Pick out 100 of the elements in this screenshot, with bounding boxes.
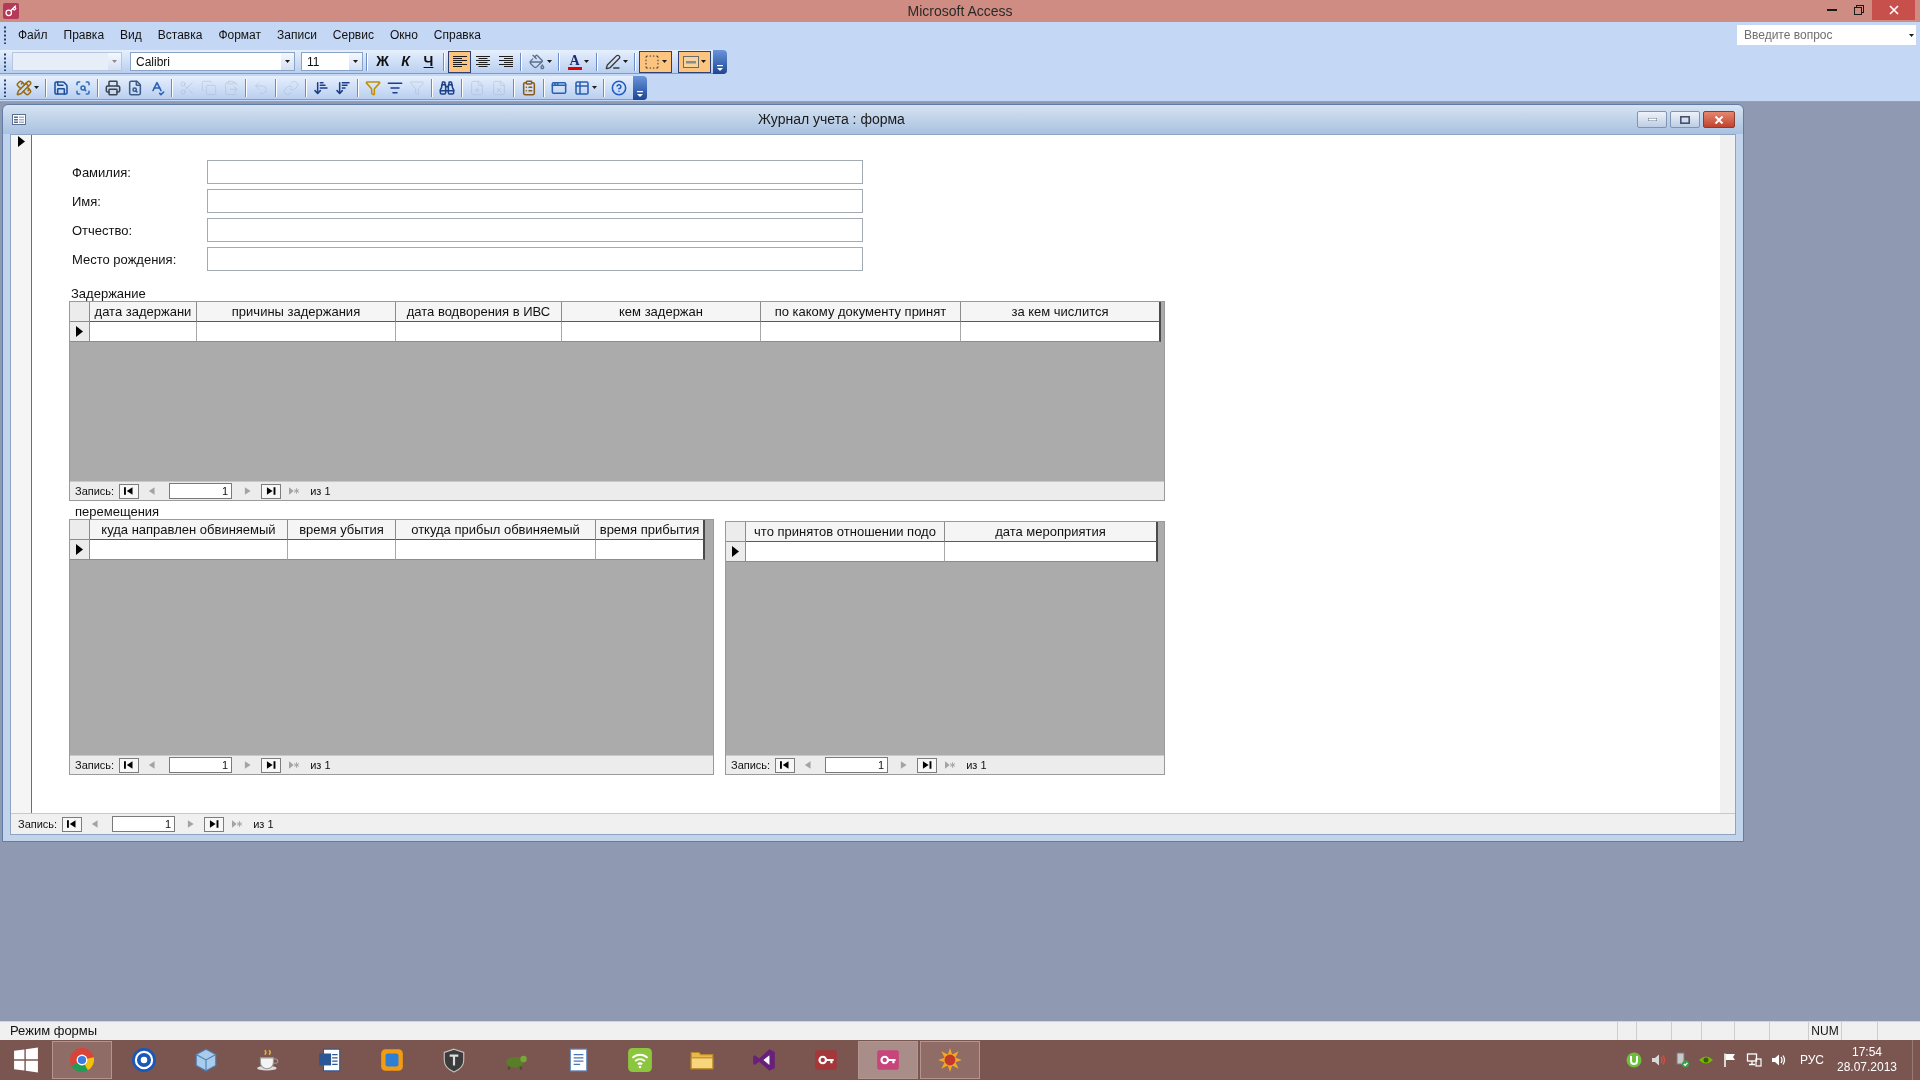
- table-cell[interactable]: [596, 540, 705, 560]
- clipboard-icon: [223, 79, 239, 96]
- record-number-field[interactable]: 1: [825, 757, 889, 773]
- format-style-button[interactable]: Ч: [417, 50, 440, 73]
- close-button[interactable]: [1703, 111, 1735, 128]
- field-label: Имя:: [72, 194, 101, 209]
- caret-icon: [583, 60, 589, 63]
- menu-item[interactable]: Правка: [55, 26, 113, 44]
- font-color-button[interactable]: A: [563, 50, 593, 73]
- menu-item[interactable]: Справка: [425, 26, 489, 44]
- four-panes-icon: [13, 1047, 39, 1073]
- menu-item[interactable]: Файл: [10, 26, 56, 44]
- caret-icon: [591, 86, 597, 89]
- table-cell[interactable]: [396, 540, 596, 560]
- row-selector[interactable]: [70, 322, 90, 342]
- table-cell[interactable]: [961, 322, 1161, 342]
- speaker-icon[interactable]: [1649, 1052, 1666, 1068]
- caret-icon: [112, 60, 117, 63]
- form-title: Журнал учета : форма: [758, 110, 905, 129]
- menu-item[interactable]: Вид: [112, 26, 150, 44]
- record-count: из 1: [966, 757, 987, 773]
- format-style-button[interactable]: К: [394, 50, 417, 73]
- paint-bucket-icon: [528, 53, 545, 70]
- text-field[interactable]: [207, 189, 863, 213]
- new-record-icon: [289, 487, 300, 495]
- corner-cell: [726, 522, 746, 542]
- caret-icon: [33, 86, 39, 89]
- sort-ascending-icon: [313, 79, 329, 96]
- subform-caption: перемещения: [75, 505, 160, 519]
- filter-icon: [409, 79, 425, 96]
- badge-icon[interactable]: [1625, 1052, 1642, 1068]
- toolbar-options-button[interactable]: [633, 75, 647, 100]
- special-effect-button[interactable]: [678, 50, 711, 73]
- usb-drive-icon[interactable]: [1673, 1052, 1690, 1068]
- copy-icon: [201, 79, 217, 96]
- column-header: время прибытия: [596, 520, 705, 540]
- help-icon: [611, 79, 627, 96]
- menu-item[interactable]: Окно: [381, 26, 426, 44]
- table-cell[interactable]: [761, 322, 961, 342]
- restore-button[interactable]: [1670, 111, 1700, 128]
- clock-date[interactable]: 28.07.2013: [1836, 1060, 1898, 1075]
- clock-time[interactable]: 17:54: [1852, 1045, 1882, 1060]
- font-combo[interactable]: Calibri: [130, 52, 295, 71]
- text-field[interactable]: [207, 218, 863, 242]
- toolbar-options-button[interactable]: [713, 49, 727, 74]
- column-header: за кем числится: [961, 302, 1161, 322]
- row-selector[interactable]: [726, 542, 746, 562]
- format-style-button[interactable]: Ж: [371, 50, 394, 73]
- last-record-button[interactable]: [261, 757, 282, 773]
- record-number-field[interactable]: 1: [169, 483, 233, 499]
- text-field[interactable]: [207, 160, 863, 184]
- record-count: из 1: [310, 757, 331, 773]
- column-header: по какому документу принят: [761, 302, 961, 322]
- volume-icon[interactable]: [1769, 1052, 1786, 1068]
- dashed-square-icon: [644, 53, 660, 70]
- last-record-button[interactable]: [204, 816, 225, 832]
- last-record-icon: [266, 761, 277, 769]
- minimize-icon: [1826, 9, 1837, 11]
- row-selector[interactable]: [70, 540, 90, 560]
- menu-item[interactable]: Сервис: [324, 26, 382, 44]
- search-icon: [75, 79, 91, 96]
- taskbar-button[interactable]: [858, 1041, 918, 1079]
- network-icon[interactable]: [1745, 1052, 1762, 1068]
- record-label: Запись:: [75, 483, 115, 499]
- text-field[interactable]: [207, 247, 863, 271]
- record-number-field[interactable]: 1: [112, 816, 176, 832]
- flag-icon[interactable]: [1721, 1052, 1738, 1068]
- menu-item[interactable]: Формат: [210, 26, 270, 44]
- first-record-button[interactable]: [62, 816, 83, 832]
- table-cell[interactable]: [288, 540, 396, 560]
- table-cell[interactable]: [945, 542, 1158, 562]
- print-icon: [105, 79, 121, 96]
- first-record-button[interactable]: [775, 757, 796, 773]
- align-button[interactable]: [448, 50, 471, 73]
- question-field[interactable]: Введите вопрос: [1737, 25, 1916, 45]
- language-indicator[interactable]: РУС: [1799, 1051, 1824, 1069]
- menu-item[interactable]: Записи: [269, 26, 325, 44]
- last-record-button[interactable]: [917, 757, 938, 773]
- menu-item[interactable]: Вставка: [149, 26, 211, 44]
- first-record-button[interactable]: [119, 757, 140, 773]
- undo-icon: [253, 79, 269, 96]
- table-cell[interactable]: [396, 322, 562, 342]
- font-color-label: A: [569, 53, 580, 67]
- first-record-button[interactable]: [119, 483, 140, 499]
- scissors-icon: [179, 79, 195, 96]
- ribbon-logo-icon: [751, 1047, 777, 1073]
- circle-emblem-icon: [131, 1047, 157, 1073]
- clipboard-list-icon: [521, 79, 537, 96]
- table-cell[interactable]: [746, 542, 945, 562]
- border-button[interactable]: [639, 50, 672, 73]
- table-cell[interactable]: [90, 540, 288, 560]
- minimize-icon: [1647, 118, 1657, 121]
- table-cell[interactable]: [562, 322, 761, 342]
- last-record-button[interactable]: [261, 483, 282, 499]
- size-combo[interactable]: 11: [301, 52, 363, 71]
- table-cell[interactable]: [197, 322, 396, 342]
- align-left-icon: [452, 56, 467, 67]
- field-label: Отчество:: [72, 223, 133, 238]
- table-cell[interactable]: [90, 322, 197, 342]
- record-number-field[interactable]: 1: [169, 757, 233, 773]
